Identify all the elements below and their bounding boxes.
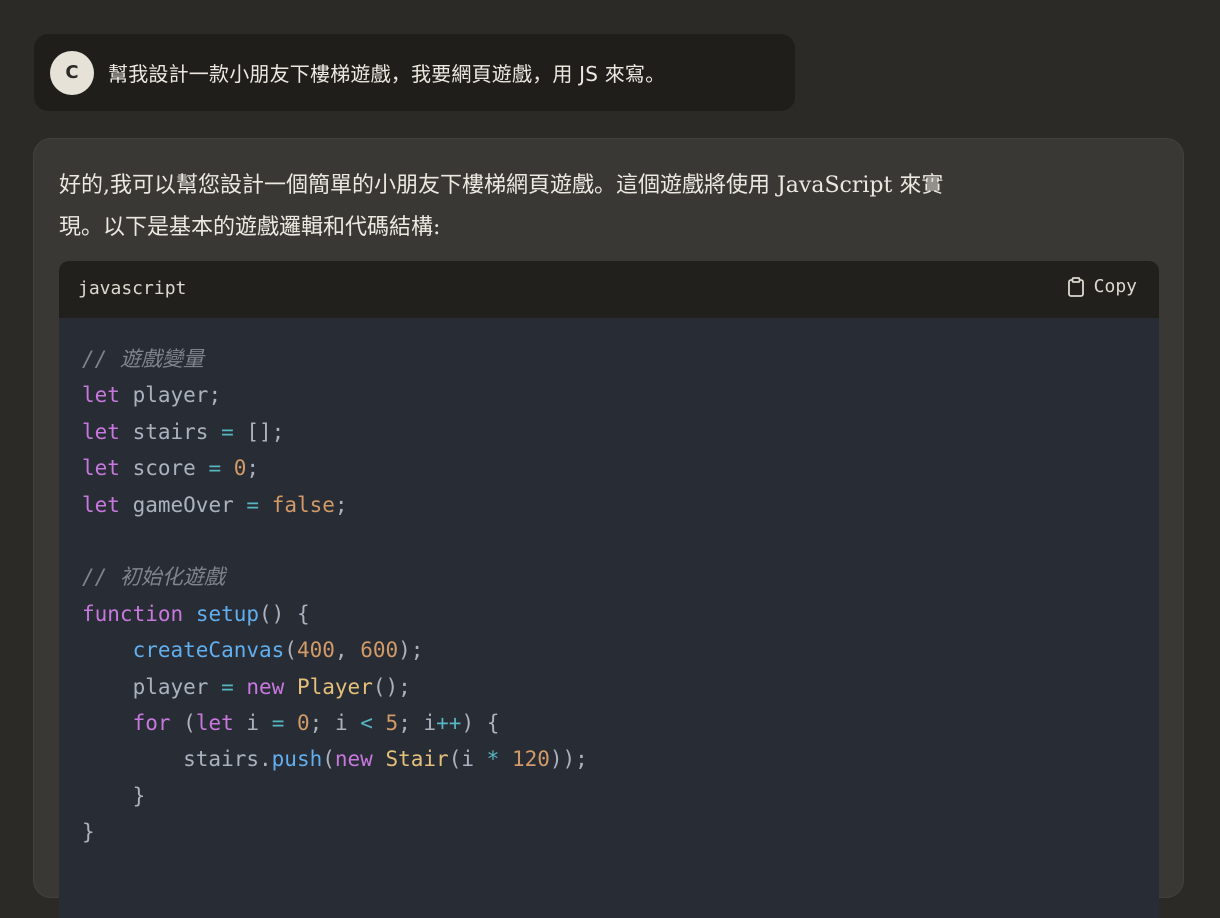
- code-token: player: [82, 674, 222, 699]
- user-avatar: C: [50, 50, 94, 95]
- code-line: function setup() {: [82, 596, 588, 632]
- code-token: 5: [385, 711, 399, 736]
- code-token: 120: [511, 747, 550, 772]
- code-token: (: [170, 711, 196, 736]
- code-token: ;: [246, 456, 260, 481]
- code-token: <: [360, 711, 373, 736]
- code-token: ,: [334, 638, 361, 663]
- code-token: false: [271, 492, 335, 517]
- user-message-text: 幫我設計一款小朋友下樓梯遊戲，我要網頁遊戲，用 JS 來寫。: [108, 62, 666, 86]
- user-message: C 幫我設計一款小朋友下樓梯遊戲，我要網頁遊戲，用 JS 來寫。: [34, 34, 795, 111]
- code-token: new: [246, 674, 285, 699]
- code-token: [];: [233, 419, 285, 444]
- code-token: ++: [436, 711, 462, 736]
- copy-button[interactable]: Copy: [1067, 276, 1137, 297]
- code-token: new: [334, 747, 373, 772]
- code-token: stairs: [119, 419, 222, 444]
- code-line: let stairs = [];: [82, 414, 588, 450]
- code-token: setup: [195, 601, 260, 626]
- code-token: ;: [334, 492, 348, 517]
- code-token: (: [322, 747, 335, 772]
- code-line: let player;: [82, 377, 588, 413]
- code-token: 0: [233, 456, 247, 481]
- code-token: Player: [296, 674, 373, 699]
- code-token: 0: [297, 711, 310, 736]
- code-token: stairs.: [82, 747, 272, 772]
- code-line: // 遊戲變量: [82, 341, 588, 377]
- code-token: (: [284, 638, 297, 663]
- code-line: let gameOver = false;: [82, 487, 588, 523]
- code-token: (i: [448, 747, 487, 772]
- code-line: }: [82, 814, 588, 850]
- code-line: let score = 0;: [82, 450, 588, 486]
- code-token: ));: [549, 747, 588, 772]
- code-token: }: [82, 783, 146, 808]
- code-token: *: [486, 747, 500, 772]
- code-token: =: [246, 492, 260, 517]
- code-line: stairs.push(new Stair(i * 120));: [82, 741, 588, 777]
- code-token: function: [82, 601, 184, 626]
- code-token: i: [233, 711, 272, 736]
- code-line: player = new Player();: [82, 669, 588, 705]
- code-line: for (let i = 0; i < 5; i++) {: [82, 705, 588, 741]
- assistant-text-line-2: 現。以下是基本的遊戲邏輯和代碼結構:: [59, 215, 441, 240]
- code-token: ();: [372, 674, 411, 699]
- code-token: =: [271, 711, 285, 736]
- code-token: // 遊戲變量: [82, 347, 204, 371]
- code-token: 400: [296, 638, 335, 663]
- code-token: createCanvas: [132, 638, 285, 663]
- code-token: =: [221, 674, 234, 699]
- code-line: // 初始化遊戲: [82, 559, 588, 595]
- code-token: player;: [119, 383, 222, 408]
- clipboard-icon: [1067, 276, 1084, 297]
- code-content: // 遊戲變量 let player; let stairs = []; let sc…: [82, 341, 588, 851]
- code-token: );: [398, 638, 424, 663]
- code-token: }: [82, 820, 95, 845]
- code-token: for: [132, 711, 171, 736]
- copy-button-label: Copy: [1093, 276, 1137, 297]
- assistant-message-text: 好的,我可以幫您設計一個簡單的小朋友下樓梯網頁遊戲。這個遊戲將使用 JavaSc…: [59, 165, 1069, 249]
- assistant-text-line-1: 好的,我可以幫您設計一個簡單的小朋友下樓梯網頁遊戲。這個遊戲將使用 JavaSc…: [59, 173, 944, 198]
- code-language-label: javascript: [78, 278, 187, 299]
- code-token: () {: [259, 601, 310, 626]
- code-token: ; i: [398, 711, 437, 736]
- code-token: ) {: [461, 711, 500, 736]
- code-line: createCanvas(400, 600);: [82, 632, 588, 668]
- code-line: }: [82, 778, 588, 814]
- code-token: =: [221, 419, 234, 444]
- code-token: score: [119, 456, 209, 481]
- code-token: let: [82, 419, 120, 444]
- code-token: let: [195, 711, 234, 736]
- code-token: =: [208, 456, 222, 481]
- code-token: ; i: [309, 711, 361, 736]
- code-token: let: [82, 492, 120, 517]
- code-token: gameOver: [119, 492, 247, 517]
- code-block-header: javascript Copy: [59, 261, 1159, 318]
- code-token: let: [82, 456, 120, 481]
- code-token: let: [82, 383, 120, 408]
- code-token: push: [271, 747, 323, 772]
- code-token: 600: [360, 638, 399, 663]
- code-block-body: // 遊戲變量 let player; let stairs = []; let sc…: [59, 318, 1159, 918]
- code-token: // 初始化遊戲: [82, 565, 225, 590]
- assistant-message: 好的,我可以幫您設計一個簡單的小朋友下樓梯網頁遊戲。這個遊戲將使用 JavaSc…: [33, 138, 1184, 918]
- code-token: Stair: [385, 747, 449, 772]
